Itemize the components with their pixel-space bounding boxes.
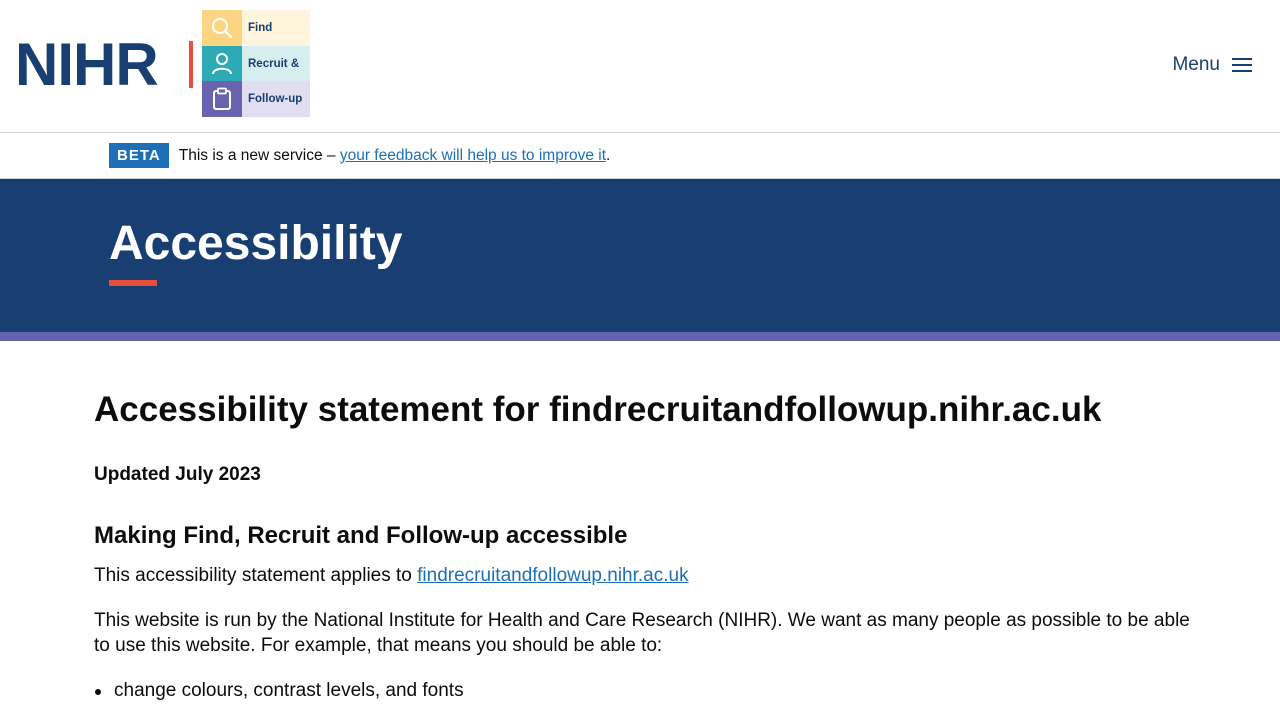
intro-paragraph: This website is run by the National Inst… bbox=[94, 610, 1190, 656]
search-icon bbox=[202, 10, 242, 46]
logo-tile-label: Recruit & bbox=[242, 46, 310, 82]
clipboard-icon bbox=[202, 81, 242, 117]
beta-tag: BETA bbox=[109, 143, 169, 168]
statement-heading: Accessibility statement for findrecruita… bbox=[94, 390, 1102, 429]
person-icon bbox=[202, 46, 242, 82]
logo-tile-recruit: Recruit & bbox=[202, 46, 310, 82]
main-content: Accessibility statement for findrecruita… bbox=[94, 384, 1194, 703]
hamburger-icon bbox=[1232, 57, 1252, 73]
logo-tile-label: Follow-up bbox=[242, 81, 310, 117]
beta-message: This is a new service – your feedback wi… bbox=[179, 147, 611, 165]
ability-list: change colours, contrast levels, and fon… bbox=[94, 678, 1194, 703]
updated-date: Updated July 2023 bbox=[94, 464, 261, 485]
hero-stripe bbox=[0, 332, 1280, 341]
logo-tile-find: Find bbox=[202, 10, 310, 46]
beta-text: This is a new service – bbox=[178, 146, 336, 164]
nihr-wordmark: NIHR bbox=[15, 31, 159, 98]
title-accent-bar bbox=[109, 280, 157, 286]
applies-text: This accessibility statement applies to bbox=[94, 565, 412, 586]
site-header: NIHR Find Recruit & Follow-up Menu bbox=[0, 0, 1280, 133]
list-item: change colours, contrast levels, and fon… bbox=[95, 678, 1194, 703]
logo-tiles: Find Recruit & Follow-up bbox=[202, 10, 310, 117]
menu-label: Menu bbox=[1172, 54, 1220, 75]
applies-paragraph: This accessibility statement applies to … bbox=[94, 563, 1194, 588]
feedback-link[interactable]: your feedback will help us to improve it bbox=[340, 147, 606, 164]
page-hero: Accessibility bbox=[0, 179, 1280, 332]
beta-suffix: . bbox=[606, 146, 611, 164]
nihr-logo-link[interactable]: NIHR Find Recruit & Follow-up bbox=[15, 10, 315, 117]
site-link[interactable]: findrecruitandfollowup.nihr.ac.uk bbox=[417, 565, 688, 586]
page-title: Accessibility bbox=[109, 217, 403, 270]
logo-divider bbox=[189, 41, 193, 88]
logo-tile-followup: Follow-up bbox=[202, 81, 310, 117]
section-heading: Making Find, Recruit and Follow-up acces… bbox=[94, 522, 628, 549]
phase-banner: BETA This is a new service – your feedba… bbox=[0, 133, 1280, 179]
logo-tile-label: Find bbox=[242, 10, 310, 46]
menu-button[interactable]: Menu bbox=[1172, 54, 1252, 76]
